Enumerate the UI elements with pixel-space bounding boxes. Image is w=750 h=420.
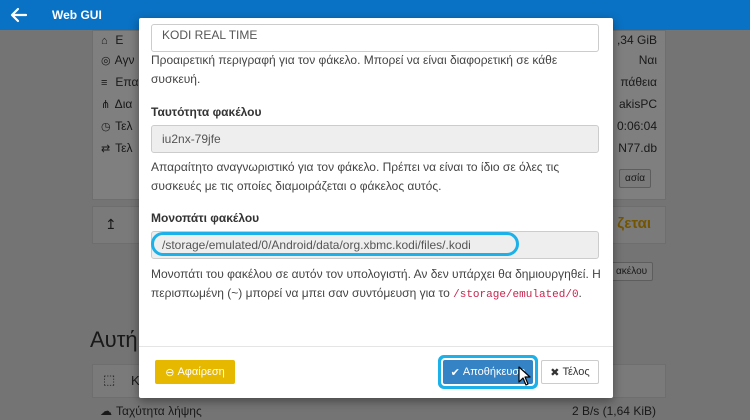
app-title: Web GUI <box>52 8 102 22</box>
check-icon: ✔ <box>450 366 460 379</box>
remove-button[interactable]: ⊖ Αφαίρεση <box>155 360 235 384</box>
path-highlight-ring <box>151 232 519 256</box>
close-icon: ✖ <box>550 366 560 379</box>
path-example-code: /storage/emulated/0 <box>453 289 579 301</box>
folder-path-help: Μονοπάτι του φακέλου σε αυτόν τον υπολογ… <box>151 267 601 301</box>
close-button[interactable]: ✖ Τέλος <box>541 360 599 384</box>
back-arrow-icon[interactable] <box>9 5 29 25</box>
modal-footer: ⊖ Αφαίρεση ✔ Αποθήκευση ✖ Τέλος <box>139 346 613 398</box>
folder-path-label: Μονοπάτι φακέλου <box>151 211 260 225</box>
folder-id-label: Ταυτότητα φακέλου <box>151 105 262 119</box>
folder-label-help: Προαιρετική περιγραφή για τον φάκελο. Μπ… <box>151 53 558 86</box>
edit-folder-modal: KODI REAL TIME Προαιρετική περιγραφή για… <box>139 18 613 398</box>
folder-id-input[interactable]: iu2nx-79jfe <box>151 125 599 153</box>
folder-label-input[interactable]: KODI REAL TIME <box>151 24 599 52</box>
folder-id-help: Απαραίτητο αναγνωριστικό για τον φάκελο.… <box>151 160 560 193</box>
mouse-cursor-icon <box>518 366 531 386</box>
minus-circle-icon: ⊖ <box>165 366 175 379</box>
